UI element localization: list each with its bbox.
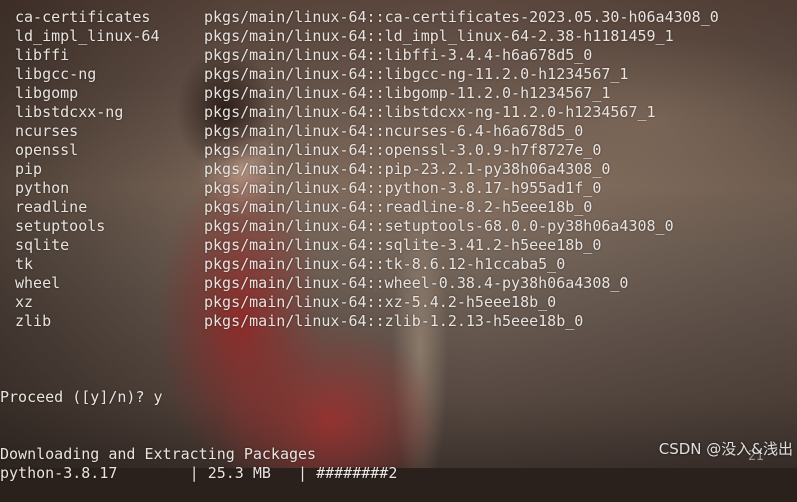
package-source: pkgs/main/linux-64::tk-8.6.12-h1ccaba5_0 [204,255,566,273]
package-name: ca-certificates [15,8,151,26]
package-name: xz [15,293,34,311]
proceed-prompt: Proceed ([y]/n)? y [0,388,163,406]
package-source: pkgs/main/linux-64::libgomp-11.2.0-h1234… [204,84,611,102]
package-source: pkgs/main/linux-64::libgcc-ng-11.2.0-h12… [204,65,629,83]
package-name: ld_impl_linux-64 [15,27,160,45]
package-name: pip [15,160,43,178]
progress-line: python-3.8.17 | 25.3 MB | ########2 [0,445,397,482]
package-name: libffi [15,46,70,64]
package-source: pkgs/main/linux-64::zlib-1.2.13-h5eee18b… [204,312,584,330]
package-name: libgomp [15,84,79,102]
package-source: pkgs/main/linux-64::setuptools-68.0.0-py… [204,217,674,235]
package-source: pkgs/main/linux-64::ncurses-6.4-h6a678d5… [204,122,584,140]
package-name: libstdcxx-ng [15,103,124,121]
package-source: pkgs/main/linux-64::ca-certificates-2023… [204,8,719,26]
package-source: pkgs/main/linux-64::xz-5.4.2-h5eee18b_0 [204,293,557,311]
package-name: ncurses [15,122,79,140]
package-source: pkgs/main/linux-64::python-3.8.17-h955ad… [204,179,602,197]
package-source: pkgs/main/linux-64::readline-8.2-h5eee18… [204,198,593,216]
progress-text: python-3.8.17 | 25.3 MB | ########2 [0,464,398,482]
package-name: libgcc-ng [15,65,97,83]
downloading-header-line: Downloading and Extracting Packages [0,426,316,463]
downloading-header: Downloading and Extracting Packages [0,445,317,463]
package-source: pkgs/main/linux-64::openssl-3.0.9-h7f872… [204,141,602,159]
package-name: openssl [15,141,79,159]
package-source: pkgs/main/linux-64::sqlite-3.41.2-h5eee1… [204,236,602,254]
package-source: pkgs/main/linux-64::wheel-0.38.4-py38h06… [204,274,629,292]
package-name: sqlite [15,236,70,254]
package-source: pkgs/main/linux-64::libstdcxx-ng-11.2.0-… [204,103,656,121]
package-name: wheel [15,274,61,292]
package-name: readline [15,198,88,216]
csdn-watermark: CSDN @没入&浅出 [658,440,793,458]
package-source: pkgs/main/linux-64::ld_impl_linux-64-2.3… [204,27,674,45]
package-name: setuptools [15,217,106,235]
package-name: zlib [15,312,52,330]
package-name: tk [15,255,34,273]
terminal-output[interactable]: ca-certificates pkgs/main/linux-64::ca-ce… [0,0,797,482]
package-source: pkgs/main/linux-64::libffi-3.4.4-h6a678d… [204,46,593,64]
package-name: python [15,179,70,197]
package-source: pkgs/main/linux-64::pip-23.2.1-py38h06a4… [204,160,611,178]
proceed-prompt-line: Proceed ([y]/n)? y [0,369,163,406]
